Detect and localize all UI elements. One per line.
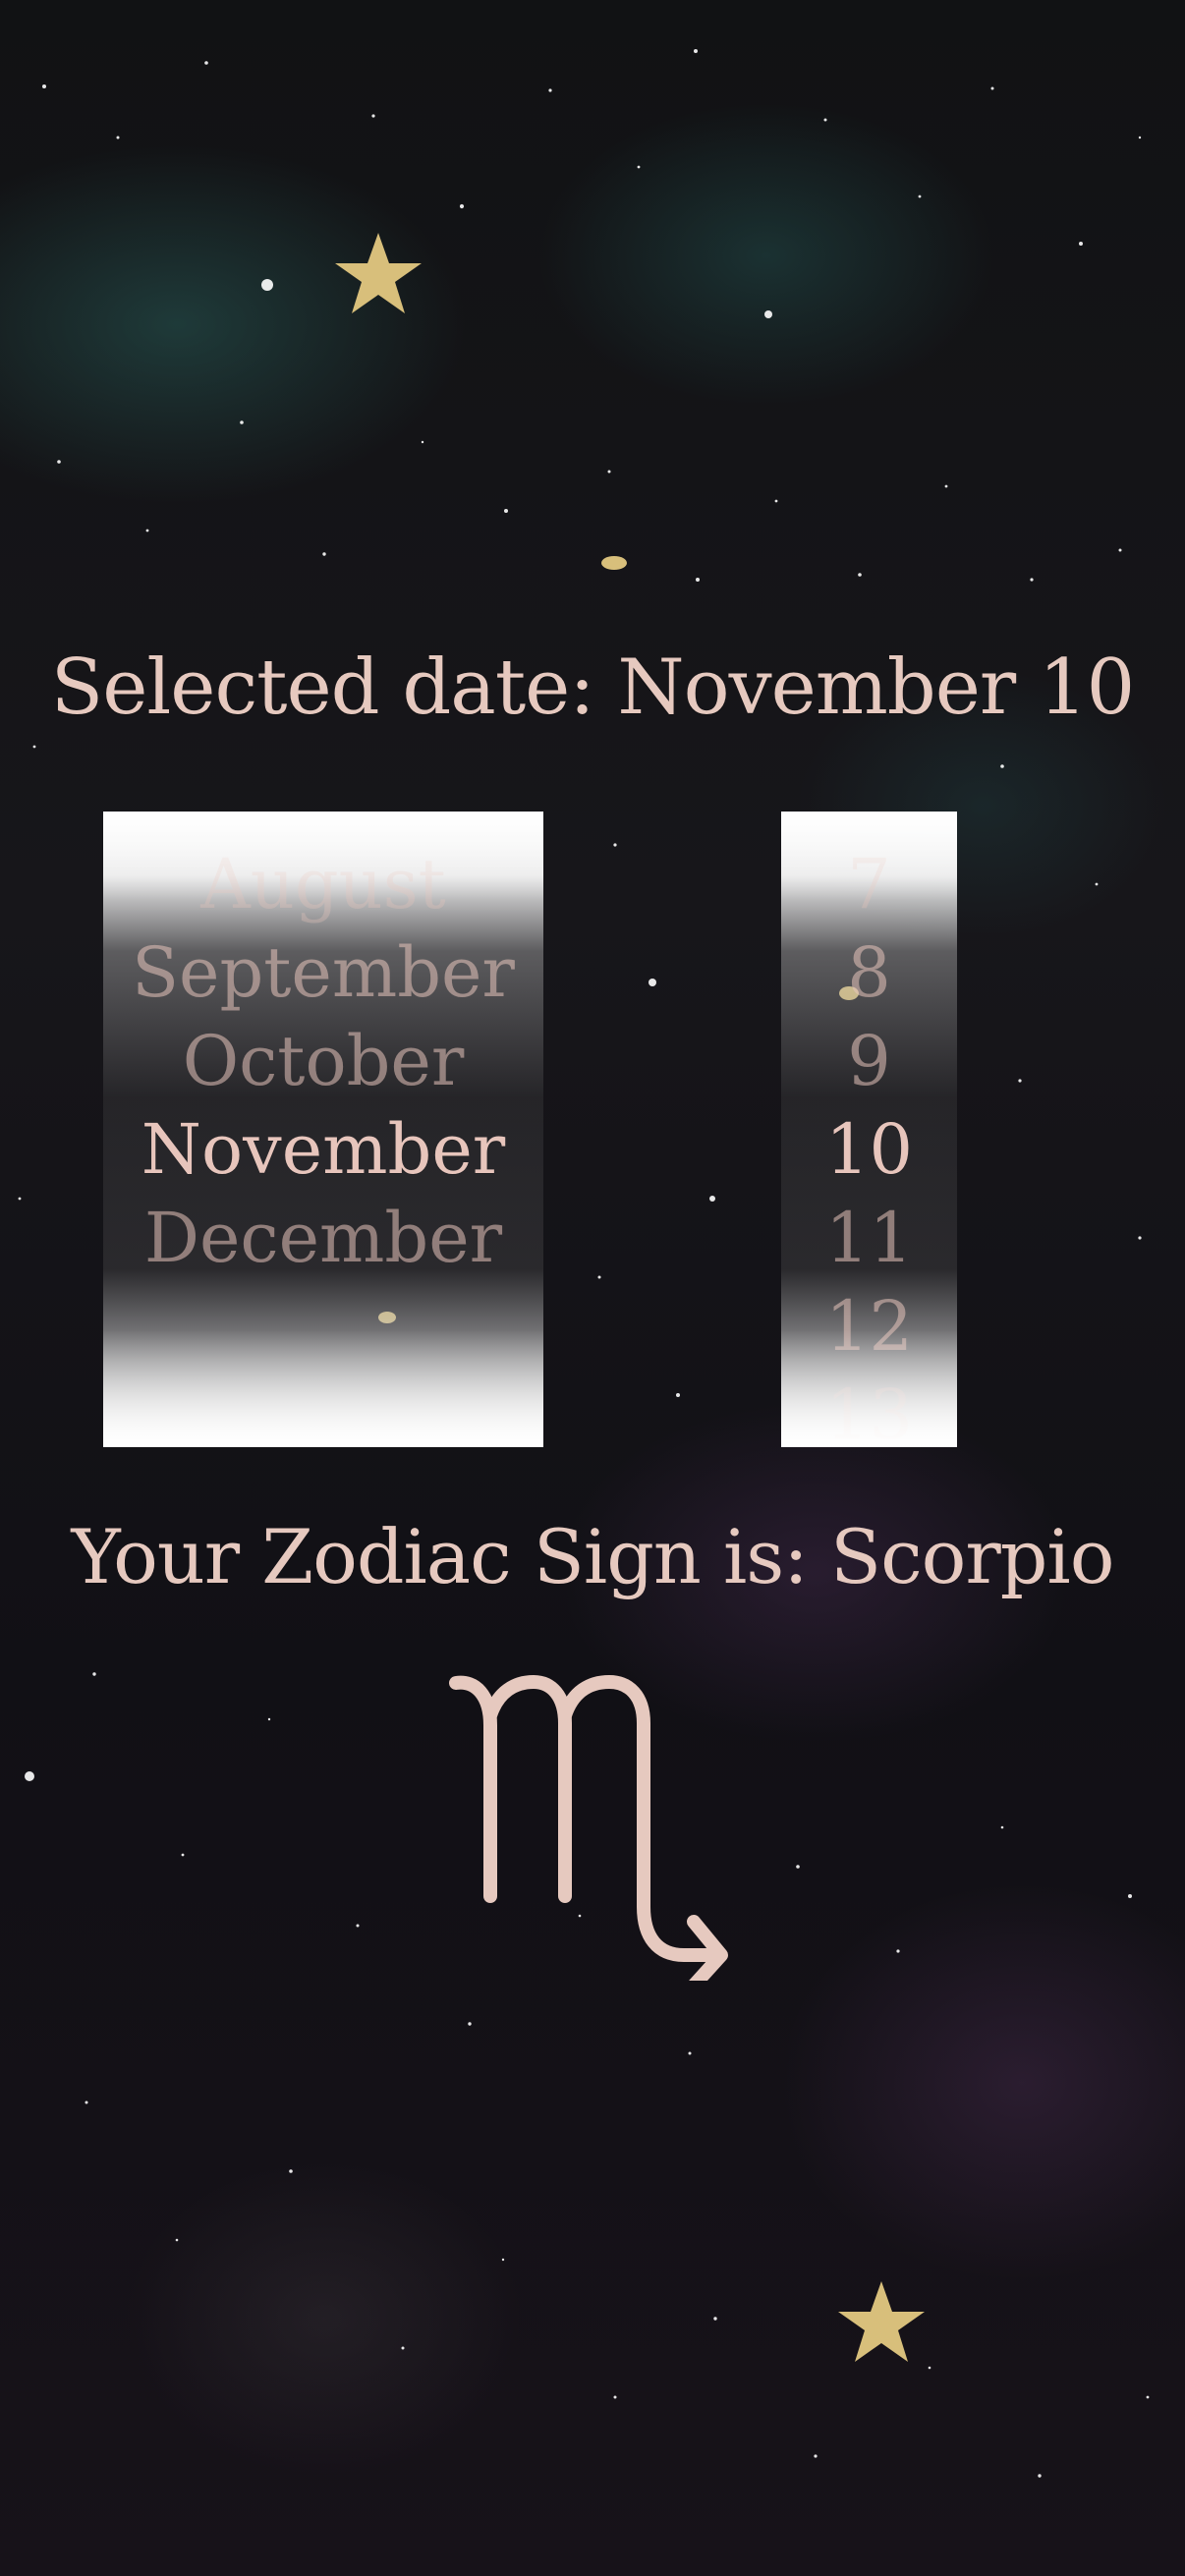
- month-option-selected[interactable]: November: [103, 1104, 543, 1195]
- day-picker[interactable]: 7 8 9 10 11 12 13: [781, 812, 957, 1447]
- zodiac-screen: Selected date: November 10 August Septem…: [0, 0, 1185, 2576]
- month-option[interactable]: September: [103, 927, 543, 1018]
- scorpio-icon: [446, 1668, 733, 1981]
- day-option[interactable]: 8: [781, 927, 957, 1018]
- month-option[interactable]: August: [103, 839, 543, 929]
- selected-date-label: Selected date: November 10: [50, 644, 1135, 732]
- day-option[interactable]: 7: [781, 839, 957, 929]
- day-option[interactable]: 12: [781, 1281, 957, 1372]
- day-option[interactable]: 13: [781, 1370, 957, 1447]
- month-picker[interactable]: August September October November Decemb…: [103, 812, 543, 1447]
- month-option[interactable]: October: [103, 1016, 543, 1106]
- day-option[interactable]: 9: [781, 1016, 957, 1106]
- zodiac-sign-label: Your Zodiac Sign is: Scorpio: [71, 1513, 1115, 1600]
- day-option[interactable]: 11: [781, 1193, 957, 1283]
- month-option[interactable]: December: [103, 1193, 543, 1283]
- day-option-selected[interactable]: 10: [781, 1104, 957, 1195]
